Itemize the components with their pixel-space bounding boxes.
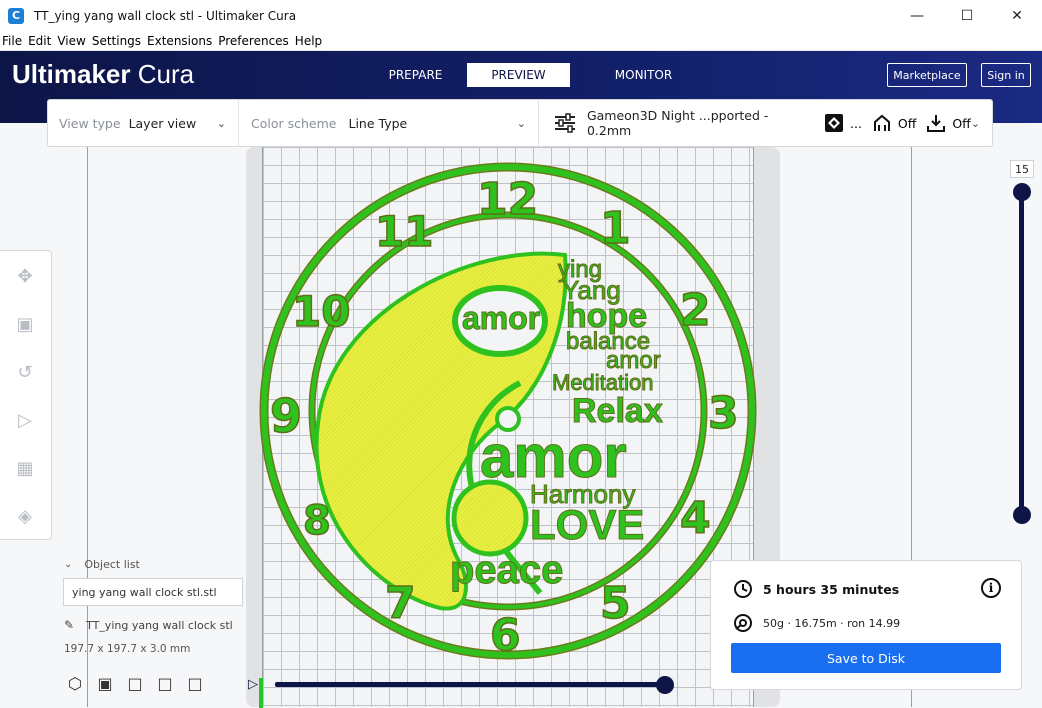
print-settings-selector[interactable]: Gameon3D Night ...pported - 0.2mm ... Of… (539, 99, 992, 147)
infill-value: ... (850, 115, 862, 131)
object-list-item[interactable]: ying yang wall clock stl.stl (63, 578, 243, 606)
chevron-down-icon: ⌄ (64, 559, 73, 570)
menu-edit[interactable]: Edit (25, 34, 54, 48)
window-controls: — ☐ ✕ (892, 0, 1042, 31)
pencil-icon: ✎ (64, 618, 75, 632)
menu-preferences[interactable]: Preferences (215, 34, 292, 48)
minimize-button[interactable]: — (892, 0, 942, 31)
print-time: 5 hours 35 minutes (763, 581, 900, 597)
view-type-label: View type (59, 115, 121, 131)
menu-bar: File Edit View Settings Extensions Prefe… (0, 31, 1042, 51)
print-time-row: 5 hours 35 minutes (733, 579, 899, 599)
color-scheme-dropdown[interactable]: Color scheme Line Type ⌄ (239, 99, 539, 147)
menu-help[interactable]: Help (292, 34, 325, 48)
cura-app-icon: C (8, 7, 24, 24)
layer-slider-track[interactable] (1019, 190, 1024, 516)
view-settings-panel: View type Layer view ⌄ Color scheme Line… (47, 99, 993, 147)
center-hole (495, 406, 521, 432)
sliders-icon (555, 113, 575, 133)
material-usage: 50g · 16.75m · ron 14.99 (763, 616, 901, 630)
infill-icon (825, 114, 844, 132)
menu-file[interactable]: File (0, 34, 25, 48)
tab-prepare[interactable]: PREPARE (364, 63, 467, 87)
layer-slider-top-handle[interactable] (1013, 183, 1031, 201)
view-type-value: Layer view (128, 115, 197, 131)
adhesion-icon (927, 115, 946, 132)
object-file-name: ying yang wall clock stl.stl (72, 585, 217, 599)
move-icon[interactable]: ✥ (12, 263, 38, 289)
small-dot (451, 479, 529, 557)
print-info-panel: 5 hours 35 minutes i 50g · 16.75m · ron … (710, 560, 1022, 690)
yin-yang-eye (452, 285, 548, 357)
front-view-icon[interactable]: ▣ (94, 672, 116, 694)
object-name: TT_ying yang wall clock stl (86, 618, 233, 632)
top-view-icon[interactable]: □ (124, 672, 146, 694)
sign-in-button[interactable]: Sign in (981, 63, 1031, 87)
title-bar: C TT_ying yang wall clock stl - Ultimake… (0, 0, 1042, 31)
3d-view-icon[interactable]: ⬡ (64, 672, 86, 694)
right-view-icon[interactable]: □ (184, 672, 206, 694)
adhesion-value: Off (952, 115, 971, 131)
brand-logo: Ultimaker Cura (12, 59, 194, 90)
material-row: 50g · 16.75m · ron 14.99 (733, 613, 900, 633)
layer-slider-bottom-handle[interactable] (1013, 506, 1031, 524)
simulation-slider-handle[interactable] (656, 676, 674, 694)
support-icon (873, 114, 890, 131)
object-dimensions: 197.7 x 197.7 x 3.0 mm (64, 643, 191, 655)
object-list-header[interactable]: ⌄ Object list (64, 558, 140, 571)
layer-number-field[interactable]: 15 (1010, 160, 1034, 178)
simulation-slider-track[interactable] (275, 682, 667, 687)
profile-name: Gameon3D Night ...pported - 0.2mm (586, 108, 769, 138)
support-value: Off (897, 115, 917, 131)
scale-icon[interactable]: ▣ (12, 311, 38, 337)
color-scheme-value: Line Type (348, 115, 408, 131)
view-type-dropdown[interactable]: View type Layer view ⌄ (48, 99, 239, 147)
marketplace-button[interactable]: Marketplace (887, 63, 967, 87)
object-name-row[interactable]: ✎ TT_ying yang wall clock stl (64, 618, 233, 632)
per-model-settings-icon[interactable]: ▦ (12, 455, 38, 481)
stage-tabs: PREPARE PREVIEW MONITOR (364, 63, 695, 87)
play-icon[interactable]: ▷ (248, 677, 262, 693)
transform-toolbar: ✥ ▣ ↺ ▷ ▦ ◈ (0, 250, 52, 540)
tab-preview[interactable]: PREVIEW (467, 63, 570, 87)
clock-icon (734, 580, 752, 598)
window-title: TT_ying yang wall clock stl - Ultimaker … (34, 8, 297, 23)
rotate-icon[interactable]: ↺ (12, 359, 38, 385)
chevron-down-icon: ⌄ (970, 116, 980, 130)
camera-view-buttons: ⬡ ▣ □ □ □ (64, 672, 214, 694)
menu-view[interactable]: View (54, 34, 88, 48)
color-scheme-label: Color scheme (251, 115, 337, 131)
menu-settings[interactable]: Settings (89, 34, 144, 48)
maximize-button[interactable]: ☐ (942, 0, 992, 31)
object-list-label: Object list (84, 558, 140, 571)
brand-light: Cura (137, 59, 195, 89)
left-view-icon[interactable]: □ (154, 672, 176, 694)
info-icon[interactable]: i (981, 578, 1001, 598)
support-blocker-icon[interactable]: ◈ (12, 503, 38, 529)
menu-extensions[interactable]: Extensions (144, 34, 215, 48)
save-to-disk-button[interactable]: Save to Disk (731, 643, 1001, 673)
close-button[interactable]: ✕ (992, 0, 1042, 31)
chevron-down-icon: ⌄ (516, 116, 526, 130)
spool-icon (734, 614, 752, 632)
brand-bold: Ultimaker (12, 59, 131, 89)
tab-monitor[interactable]: MONITOR (592, 63, 695, 87)
chevron-down-icon: ⌄ (216, 116, 226, 130)
mirror-icon[interactable]: ▷ (12, 407, 38, 433)
